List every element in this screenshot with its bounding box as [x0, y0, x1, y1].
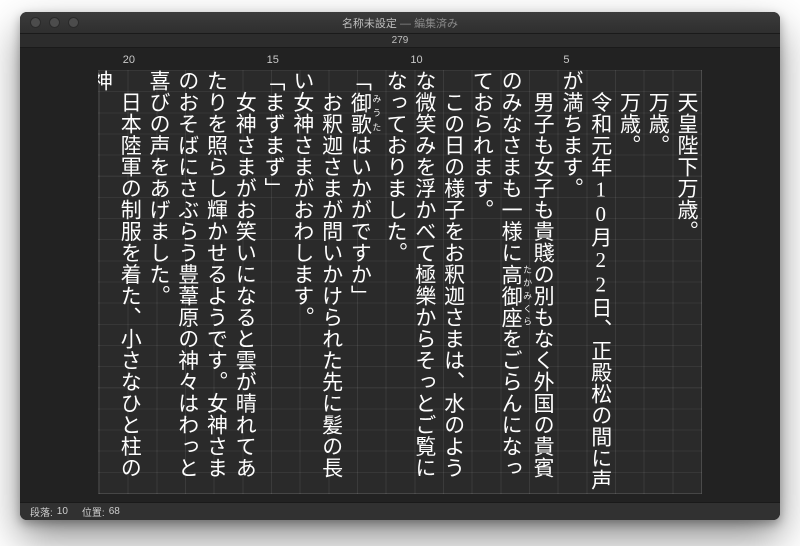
document-text[interactable]: 天皇陛下万歳。 万歳。 万歳。 令和元年10月22日、正殿松の間に声が満ちます。… — [98, 70, 702, 494]
title-separator: — — [400, 18, 414, 30]
status-pos-label: 位置: — [82, 504, 105, 519]
close-icon[interactable] — [30, 17, 41, 28]
text-line: 女神さまがお笑いになると雲が晴れてあたりを照らし輝かせるようです。女神さまのおそ… — [144, 70, 259, 494]
status-bar: 段落: 10 位置: 68 — [20, 502, 780, 520]
ruler-mark: 5 — [563, 54, 569, 66]
ruler-mark: 15 — [267, 54, 279, 66]
ruler-mark: 20 — [123, 54, 135, 66]
text-line: 「まずまず」 — [259, 70, 288, 494]
text-line: 天皇陛下万歳。 — [672, 70, 701, 494]
ruler-center-bar: 279 — [20, 34, 780, 48]
title-main: 名称未設定 — [342, 18, 397, 30]
title-sub: 編集済み — [414, 18, 458, 30]
column-ruler: 5 10 15 20 — [98, 52, 702, 68]
app-window: 名称未設定 — 編集済み 279 5 10 15 20 天皇陛下万歳。 万歳。 万歳。… — [20, 12, 780, 520]
status-pos-value: 68 — [109, 506, 120, 517]
window-controls — [30, 17, 79, 28]
title-bar[interactable]: 名称未設定 — 編集済み — [20, 12, 780, 34]
text-line: 「御歌みうたはいかがですか」 — [346, 70, 382, 494]
text-line: 万歳。 — [615, 70, 644, 494]
editor-area[interactable]: 5 10 15 20 天皇陛下万歳。 万歳。 万歳。 令和元年10月22日、正殿松の間… — [20, 48, 780, 502]
ruler-mark: 10 — [410, 54, 422, 66]
text-line: この日の様子をお釈迦さまは、水のような微笑みを浮かべて極樂からそっとご覧になって… — [381, 70, 467, 494]
text-line: 日本陸軍の制服を着た、小さなひと柱の神 — [98, 70, 144, 494]
status-para-label: 段落: — [30, 504, 53, 519]
text-line: 男子も女子も貴賤の別もなく外国の貴賓のみなさまも一様に高御座たかみくらをごらんに… — [468, 70, 558, 494]
zoom-icon[interactable] — [68, 17, 79, 28]
minimize-icon[interactable] — [49, 17, 60, 28]
window-title: 名称未設定 — 編集済み — [342, 15, 458, 31]
ruby: 高御座たかみくら — [499, 264, 523, 329]
text-line: お釈迦さまが問いかけられた先に髪の長い女神さまがおわします。 — [288, 70, 346, 494]
text-line: 令和元年10月22日、正殿松の間に声が満ちます。 — [557, 70, 615, 494]
text-line: 万歳。 — [643, 70, 672, 494]
ruby: 御歌みうた — [348, 92, 372, 135]
ruler-center-value: 279 — [392, 35, 409, 46]
manuscript-sheet: 天皇陛下万歳。 万歳。 万歳。 令和元年10月22日、正殿松の間に声が満ちます。… — [98, 70, 702, 494]
status-para-value: 10 — [57, 506, 68, 517]
